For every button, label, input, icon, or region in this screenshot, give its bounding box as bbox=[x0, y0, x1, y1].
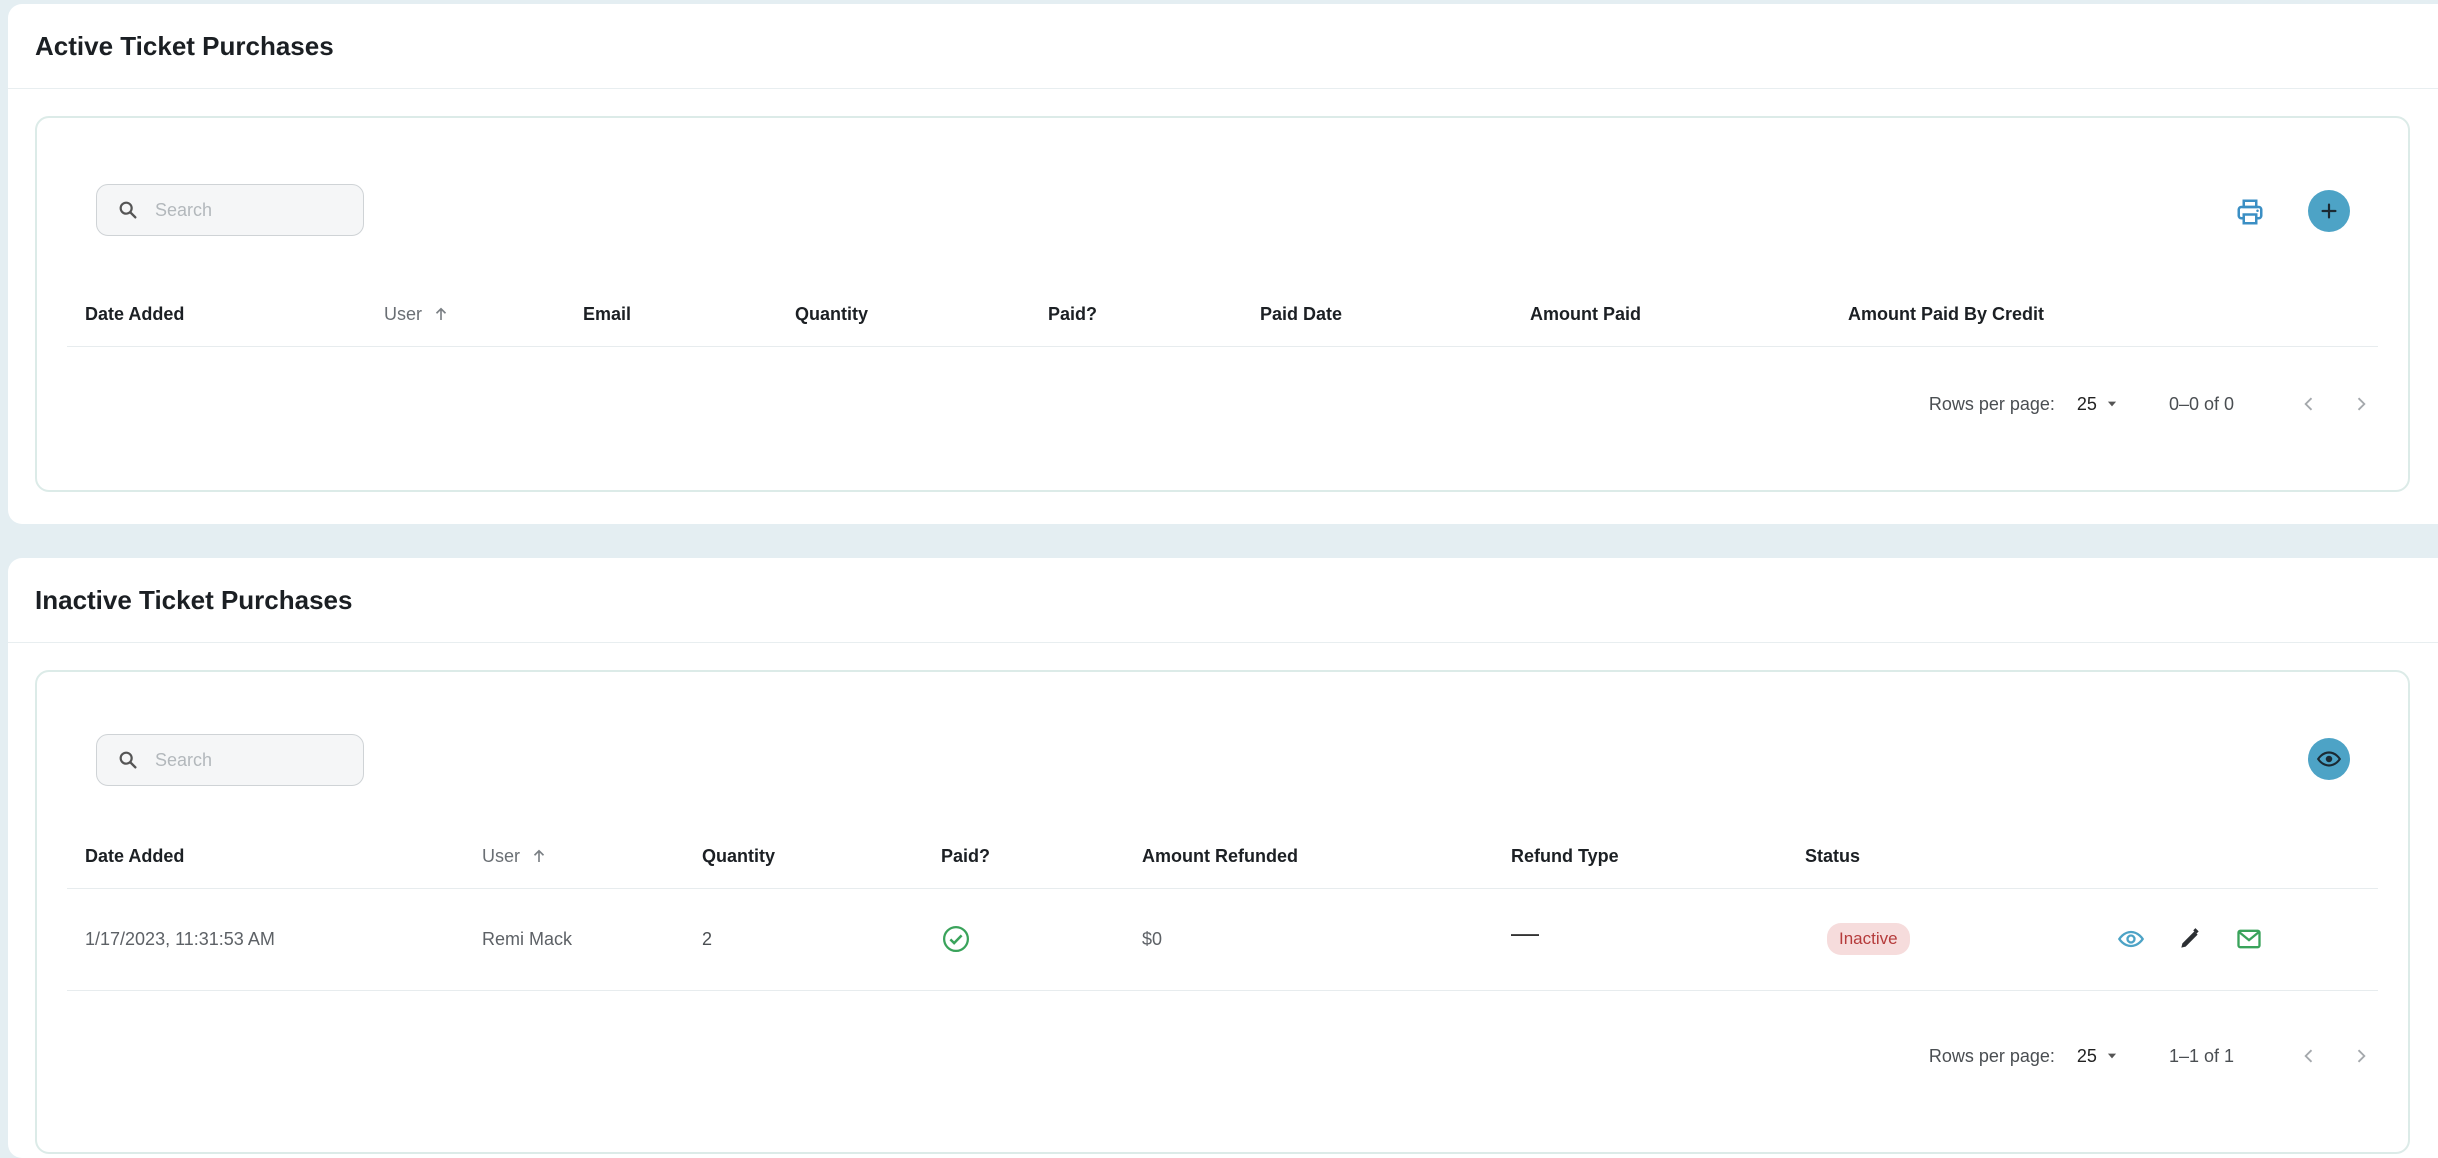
cell-user: Remi Mack bbox=[482, 928, 573, 949]
inactive-ticket-purchases-panel: Inactive Ticket Purchases Date Added Use… bbox=[8, 558, 2438, 1158]
rows-per-page-select[interactable]: 25 bbox=[2077, 394, 2119, 415]
active-table-card: Date Added User Email Quantity Paid? Pai… bbox=[35, 116, 2410, 492]
column-header-amount-paid[interactable]: Amount Paid bbox=[1530, 282, 1641, 346]
column-header-user-label: User bbox=[482, 845, 521, 866]
previous-page-button[interactable] bbox=[2292, 387, 2326, 421]
cell-status: Inactive bbox=[1827, 888, 1910, 990]
inactive-search-box[interactable] bbox=[96, 734, 364, 786]
column-header-paid-date[interactable]: Paid Date bbox=[1260, 282, 1342, 346]
previous-page-button[interactable] bbox=[2292, 1039, 2326, 1073]
column-header-paid[interactable]: Paid? bbox=[1048, 282, 1097, 346]
print-button[interactable] bbox=[2232, 194, 2268, 230]
active-table-header: Date Added User Email Quantity Paid? Pai… bbox=[67, 282, 2378, 347]
active-search-box[interactable] bbox=[96, 184, 364, 236]
column-header-refund-type[interactable]: Refund Type bbox=[1511, 824, 1619, 888]
rows-per-page-select[interactable]: 25 bbox=[2077, 1046, 2119, 1067]
caret-down-icon bbox=[2107, 1053, 2117, 1059]
chevron-left-icon bbox=[2304, 1049, 2313, 1063]
row-view-button[interactable] bbox=[2117, 888, 2145, 990]
row-edit-button[interactable] bbox=[2177, 888, 2203, 990]
column-header-user-label: User bbox=[384, 303, 423, 324]
cell-refund-type: — bbox=[1511, 917, 1539, 948]
chevron-right-icon bbox=[2357, 1049, 2366, 1063]
inactive-pagination: Rows per page: 25 1–1 of 1 bbox=[1929, 1036, 2378, 1076]
column-header-amount-paid-by-credit[interactable]: Amount Paid By Credit bbox=[1848, 282, 2044, 346]
print-icon bbox=[2237, 199, 2263, 225]
add-purchase-button[interactable] bbox=[2308, 190, 2350, 232]
pagination-range: 1–1 of 1 bbox=[2168, 1045, 2234, 1066]
next-page-button[interactable] bbox=[2344, 387, 2378, 421]
caret-down-icon bbox=[2107, 401, 2117, 407]
eye-icon bbox=[2117, 930, 2145, 948]
column-header-quantity[interactable]: Quantity bbox=[795, 282, 868, 346]
active-panel-header: Active Ticket Purchases bbox=[8, 4, 2438, 89]
status-badge: Inactive bbox=[1827, 923, 1910, 955]
column-header-email[interactable]: Email bbox=[583, 282, 631, 346]
inactive-table-card: Date Added User Quantity Paid? Amount Re… bbox=[35, 670, 2410, 1154]
column-header-amount-refunded[interactable]: Amount Refunded bbox=[1142, 824, 1298, 888]
section-title: Inactive Ticket Purchases bbox=[35, 584, 353, 615]
cell-amount-refunded: $0 bbox=[1142, 928, 1163, 949]
rows-per-page-value: 25 bbox=[2076, 1045, 2097, 1066]
chevron-left-icon bbox=[2304, 397, 2313, 411]
search-icon bbox=[119, 751, 137, 769]
column-header-user[interactable]: User bbox=[384, 282, 450, 346]
search-icon bbox=[119, 201, 137, 219]
column-header-user[interactable]: User bbox=[482, 824, 548, 888]
mail-icon bbox=[2237, 929, 2261, 949]
pagination-range: 0–0 of 0 bbox=[2168, 393, 2234, 414]
page-title: Active Ticket Purchases bbox=[35, 30, 334, 61]
cell-quantity: 2 bbox=[702, 928, 713, 949]
arrow-up-icon bbox=[533, 849, 545, 862]
rows-per-page-label: Rows per page: bbox=[1928, 1045, 2055, 1066]
plus-icon bbox=[2321, 203, 2337, 219]
toggle-visibility-button[interactable] bbox=[2308, 738, 2350, 780]
cell-paid bbox=[941, 888, 971, 990]
active-pagination: Rows per page: 25 0–0 of 0 bbox=[1929, 384, 2378, 424]
pencil-icon bbox=[2181, 928, 2199, 948]
search-input[interactable] bbox=[153, 198, 347, 222]
next-page-button[interactable] bbox=[2344, 1039, 2378, 1073]
column-header-paid[interactable]: Paid? bbox=[941, 824, 990, 888]
chevron-right-icon bbox=[2357, 397, 2366, 411]
column-header-status[interactable]: Status bbox=[1805, 824, 1860, 888]
inactive-table-header: Date Added User Quantity Paid? Amount Re… bbox=[67, 824, 2378, 889]
column-header-date-added[interactable]: Date Added bbox=[85, 824, 184, 888]
column-header-date-added[interactable]: Date Added bbox=[85, 282, 184, 346]
column-header-quantity[interactable]: Quantity bbox=[702, 824, 775, 888]
active-ticket-purchases-panel: Active Ticket Purchases Date Added User … bbox=[8, 4, 2438, 524]
eye-icon bbox=[2316, 751, 2342, 767]
cell-date-added: 1/17/2023, 11:31:53 AM bbox=[85, 928, 275, 949]
search-input[interactable] bbox=[153, 748, 347, 772]
check-circle-icon bbox=[943, 926, 969, 952]
rows-per-page-label: Rows per page: bbox=[1928, 393, 2055, 414]
inactive-panel-header: Inactive Ticket Purchases bbox=[8, 558, 2438, 643]
row-email-button[interactable] bbox=[2235, 888, 2263, 990]
arrow-up-icon bbox=[435, 307, 447, 320]
table-row[interactable]: 1/17/2023, 11:31:53 AM Remi Mack 2 $0 — … bbox=[67, 888, 2378, 991]
rows-per-page-value: 25 bbox=[2076, 393, 2097, 414]
